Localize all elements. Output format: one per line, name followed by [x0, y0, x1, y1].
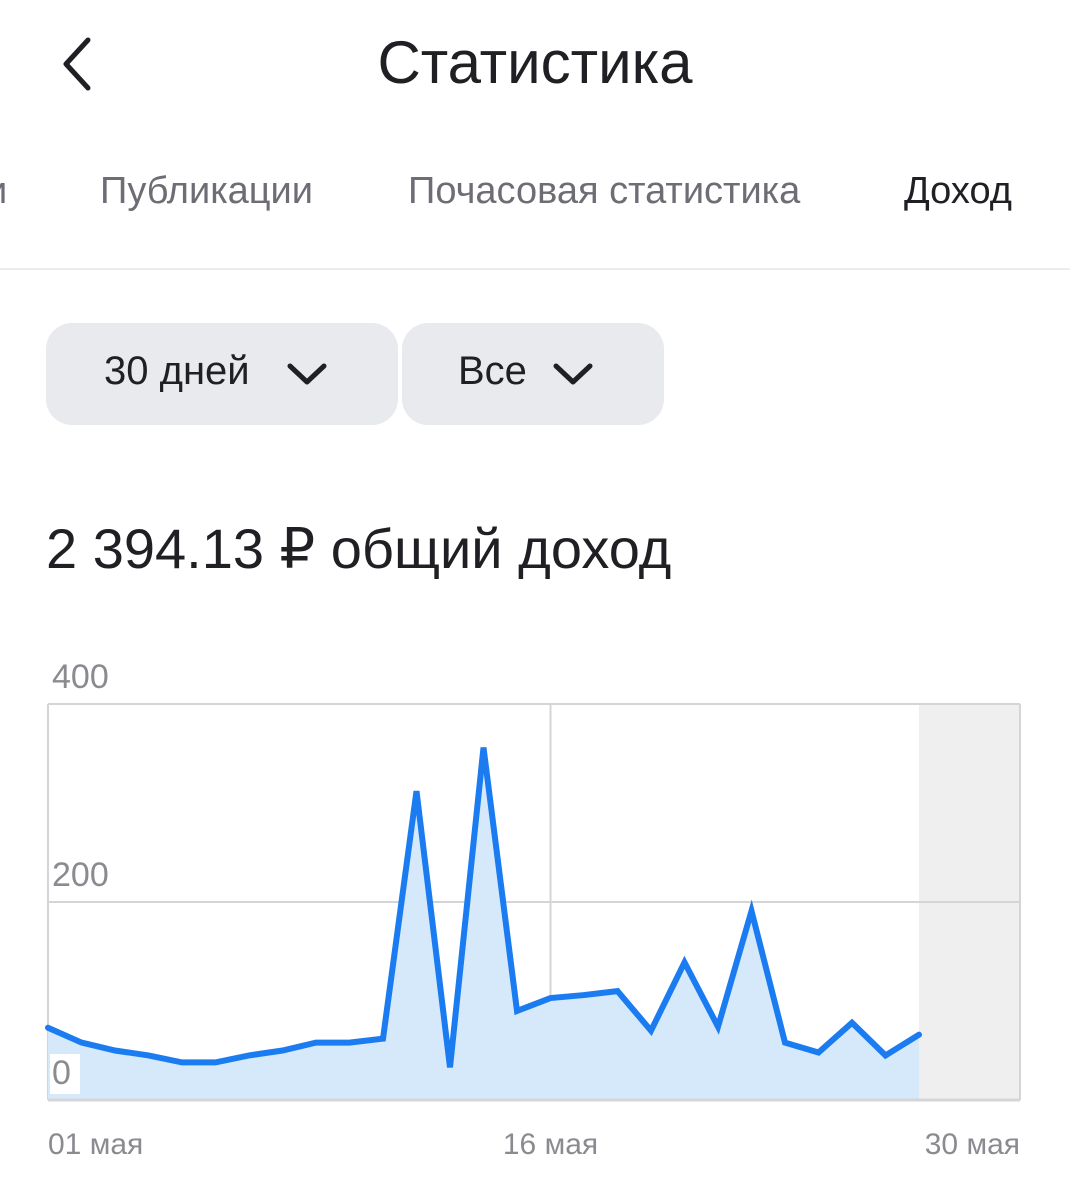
type-filter-button[interactable]: Все — [402, 323, 664, 425]
type-filter-label: Все — [458, 349, 527, 393]
y-tick-label: 0 — [52, 1054, 71, 1092]
tab-bar: и Публикации Почасовая статистика Доход — [0, 150, 1070, 270]
y-tick-label: 400 — [52, 658, 109, 696]
header: Статистика — [0, 0, 1070, 130]
x-tick-label: 30 мая — [925, 1128, 1020, 1161]
tab-income[interactable]: Доход — [904, 170, 1012, 213]
tab-hourly-stats[interactable]: Почасовая статистика — [408, 170, 800, 213]
chevron-down-icon — [553, 363, 593, 385]
period-filter-button[interactable]: 30 дней — [46, 323, 398, 425]
period-filter-label: 30 дней — [104, 349, 250, 393]
x-tick-label: 16 мая — [503, 1128, 598, 1161]
x-tick-label: 01 мая — [48, 1128, 143, 1161]
total-income: 2 394.13 ₽ общий доход — [46, 517, 672, 580]
tab-partial[interactable]: и — [0, 170, 7, 213]
tab-publications[interactable]: Публикации — [100, 170, 313, 213]
chevron-down-icon — [287, 363, 327, 385]
page-title: Статистика — [377, 29, 693, 96]
y-tick-label: 200 — [52, 856, 109, 894]
income-area — [48, 747, 919, 1100]
income-chart: 0 200 400 01 мая 16 мая 30 мая — [45, 658, 1021, 1161]
